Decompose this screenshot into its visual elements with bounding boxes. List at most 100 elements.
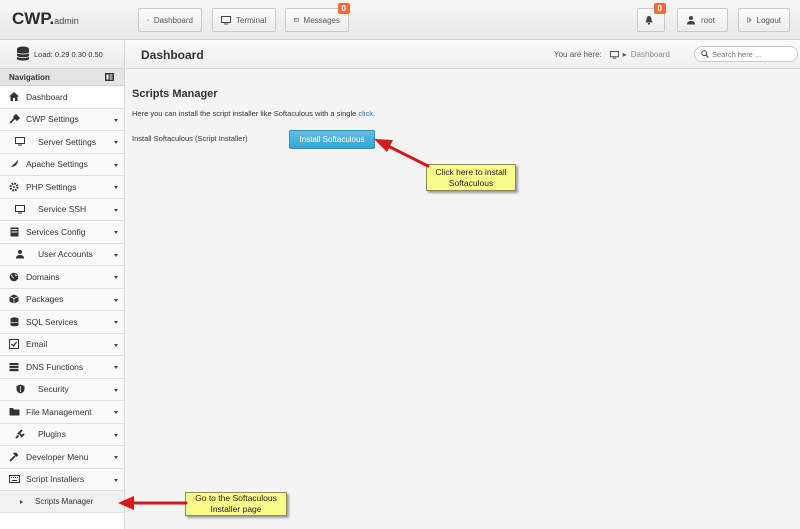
install-softaculous-button[interactable]: Install Softaculous xyxy=(289,130,375,149)
messages-button[interactable]: Messages 0 xyxy=(285,3,350,32)
callout-install-line2: Softaculous xyxy=(448,177,494,188)
folder-icon xyxy=(8,407,20,416)
shield-icon xyxy=(14,384,26,394)
messages-badge: 0 xyxy=(337,3,350,14)
feather-icon xyxy=(8,159,20,169)
sidebar-item-domains[interactable]: Domains xyxy=(0,266,124,289)
email-icon xyxy=(8,339,20,350)
search-icon xyxy=(701,50,709,58)
messages-label: Messages xyxy=(303,15,340,25)
sidebar-item-label: Developer Menu xyxy=(26,451,89,462)
chevron-down-icon xyxy=(114,433,118,437)
monitor-icon xyxy=(14,204,26,214)
sidebar-item-email[interactable]: Email xyxy=(0,333,124,356)
dashboard-button[interactable]: Dashboard xyxy=(138,8,202,32)
sidebar-item-packages[interactable]: Packages xyxy=(0,288,124,311)
breadcrumb-prefix: You are here: xyxy=(554,50,602,59)
chevron-down-icon xyxy=(114,231,118,234)
sidebar-item-cwp-settings[interactable]: CWP Settings xyxy=(0,108,124,131)
home-icon xyxy=(8,92,20,102)
chevron-down-icon xyxy=(114,163,118,167)
chevron-down-icon xyxy=(114,388,118,392)
sidebar-item-label: Plugins xyxy=(38,429,66,440)
sidebar-item-label: Service SSH xyxy=(38,204,87,215)
callout-install: Click here to install Softaculous xyxy=(426,164,516,191)
logout-label: Logout xyxy=(756,15,781,25)
chevron-down-icon xyxy=(114,208,118,212)
sidebar-item-dashboard[interactable]: Dashboard xyxy=(0,86,124,109)
chevron-down-icon xyxy=(114,118,118,122)
sidebar-item-user-accounts[interactable]: User Accounts xyxy=(0,243,124,266)
database-icon xyxy=(16,46,30,61)
logo-text: CWP. xyxy=(12,9,55,28)
sidebar-toggle-icon[interactable] xyxy=(105,73,114,81)
server-load: Load: 0.29 0.30 0.50 xyxy=(0,40,124,69)
search-box xyxy=(694,46,798,62)
sidebar-item-security[interactable]: Security xyxy=(0,378,124,401)
sidebar-item-label: SQL Services xyxy=(26,316,78,327)
chevron-down-icon xyxy=(114,478,118,482)
section-title: Scripts Manager xyxy=(132,88,218,100)
sidebar-item-services-config[interactable]: Services Config xyxy=(0,221,124,244)
main-content: Scripts Manager Here you can install the… xyxy=(126,70,800,529)
sidebar-item-label: Script Installers xyxy=(26,474,85,485)
sidebar-item-developer-menu[interactable]: Developer Menu xyxy=(0,446,124,469)
logo[interactable]: CWP.admin xyxy=(12,9,79,29)
user-icon xyxy=(687,16,695,25)
chevron-down-icon xyxy=(114,141,118,144)
sidebar-item-label: User Accounts xyxy=(38,249,93,260)
section-description: Here you can install the script installe… xyxy=(132,109,375,118)
sidebar-item-plugins[interactable]: Plugins xyxy=(0,423,124,446)
monitor-icon xyxy=(147,19,149,21)
breadcrumb: You are here: ▸ Dashboard xyxy=(554,50,670,59)
monitor-icon xyxy=(221,15,231,24)
breadcrumb-separator-icon: ▸ xyxy=(622,50,627,59)
dns-icon xyxy=(8,362,20,372)
sidebar-item-label: Dashboard xyxy=(26,91,68,102)
sidebar-item-file-management[interactable]: File Management xyxy=(0,401,124,424)
sidebar-item-sql-services[interactable]: SQL Services xyxy=(0,311,124,334)
sidebar-item-script-installers[interactable]: Script Installers xyxy=(0,468,124,491)
sidebar-item-server-settings[interactable]: Server Settings xyxy=(0,131,124,154)
sidebar-item-service-ssh[interactable]: Service SSH xyxy=(0,198,124,221)
subitem-label: Scripts Manager xyxy=(35,497,94,506)
logout-button[interactable]: Logout xyxy=(738,8,790,32)
logout-icon xyxy=(747,17,752,23)
chevron-right-icon xyxy=(20,499,23,504)
sidebar-subitem-scripts-manager[interactable]: Scripts Manager xyxy=(0,491,124,513)
sidebar-item-label: Email xyxy=(26,339,48,350)
sidebar-item-label: Packages xyxy=(26,294,64,305)
sidebar-item-php-settings[interactable]: PHP Settings xyxy=(0,176,124,199)
sidebar-item-dns-functions[interactable]: DNS Functions xyxy=(0,356,124,379)
keyboard-icon xyxy=(8,475,20,484)
description-link[interactable]: click xyxy=(358,109,373,118)
sidebar-item-apache-settings[interactable]: Apache Settings xyxy=(0,153,124,176)
user-button[interactable]: root xyxy=(677,8,728,32)
chevron-down-icon xyxy=(114,186,118,189)
server-icon xyxy=(8,227,20,237)
callout-goto: Go to the Softaculous Installer page xyxy=(185,492,287,516)
breadcrumb-dashboard[interactable]: Dashboard xyxy=(631,50,670,59)
chevron-down-icon xyxy=(114,366,118,369)
sidebar: Load: 0.29 0.30 0.50 Navigation Dashboar… xyxy=(0,40,125,529)
monitor-icon xyxy=(14,137,26,146)
install-label: Install Softaculous (Script Installer) xyxy=(132,134,248,143)
load-text: Load: 0.29 0.30 0.50 xyxy=(34,49,103,59)
bell-icon xyxy=(645,16,652,25)
sidebar-item-label: DNS Functions xyxy=(26,361,84,372)
sidebar-item-label: File Management xyxy=(26,406,92,417)
notifications-badge: 0 xyxy=(653,3,666,14)
chevron-down-icon xyxy=(114,298,118,302)
sidebar-item-label: CWP Settings xyxy=(26,114,79,125)
notifications-button[interactable]: 0 xyxy=(637,3,666,32)
database-icon xyxy=(8,317,20,327)
search-input[interactable] xyxy=(712,49,792,59)
sidebar-item-label: PHP Settings xyxy=(26,181,77,192)
sidebar-item-label: Services Config xyxy=(26,226,86,237)
terminal-button[interactable]: Terminal xyxy=(212,8,276,32)
navigation-title: Navigation xyxy=(9,72,50,82)
navigation-header: Navigation xyxy=(0,69,124,86)
description-end: . xyxy=(372,109,376,118)
hammer-icon xyxy=(8,452,20,462)
chevron-down-icon xyxy=(114,321,118,324)
